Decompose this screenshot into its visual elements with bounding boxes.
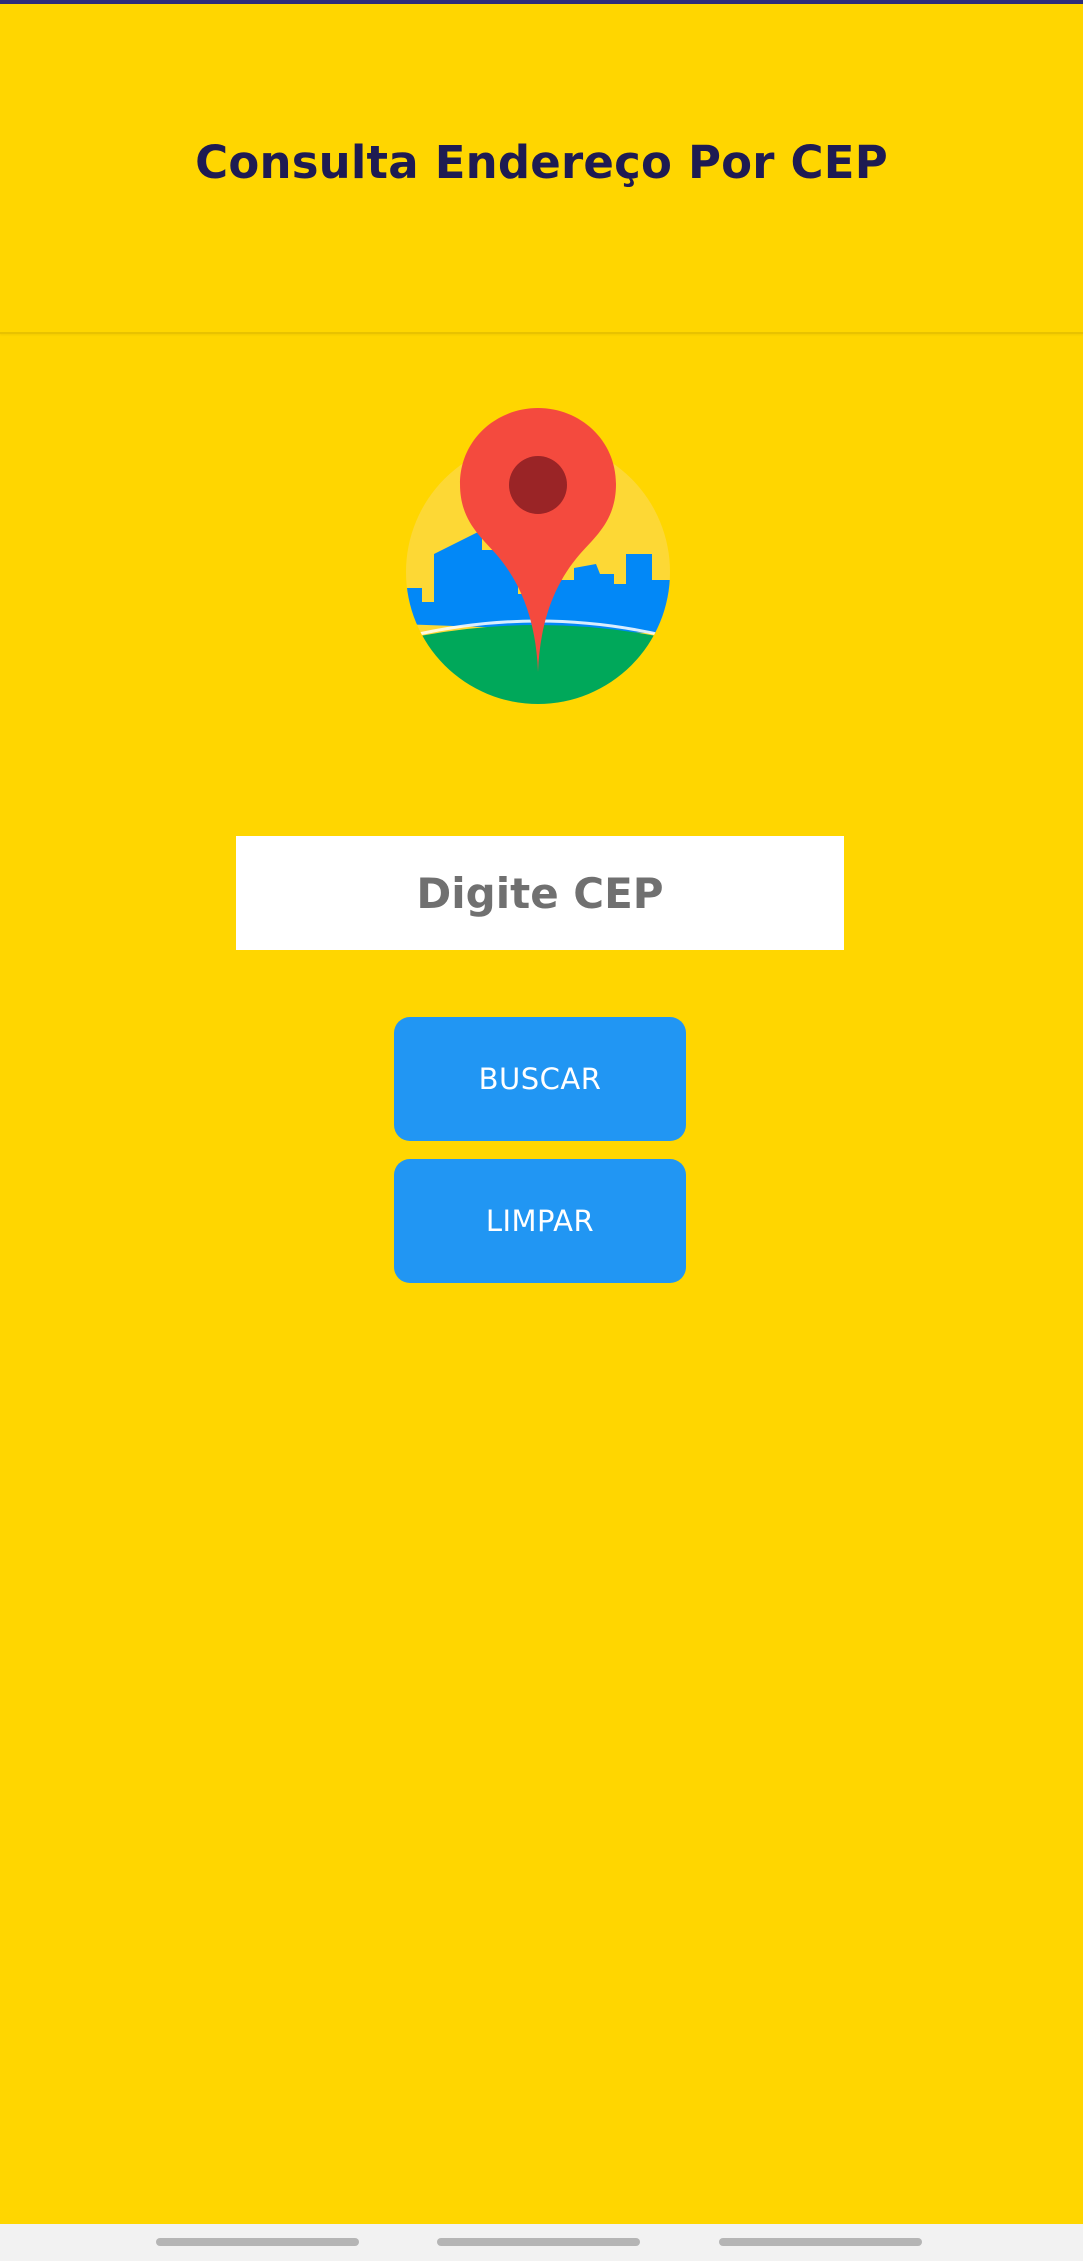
map-pin-city-icon [406,408,670,704]
search-button[interactable]: BUSCAR [394,1017,686,1141]
back-button[interactable] [719,2238,922,2246]
system-navigation-bar [0,2224,1083,2261]
home-button[interactable] [437,2238,640,2246]
map-pin-dot-icon [509,456,567,514]
recent-apps-button[interactable] [156,2238,359,2246]
clear-button[interactable]: LIMPAR [394,1159,686,1283]
app-header: Consulta Endereço Por CEP [0,4,1083,334]
page-title: Consulta Endereço Por CEP [195,135,888,189]
logo-badge [406,408,670,704]
cep-input[interactable] [236,836,844,950]
